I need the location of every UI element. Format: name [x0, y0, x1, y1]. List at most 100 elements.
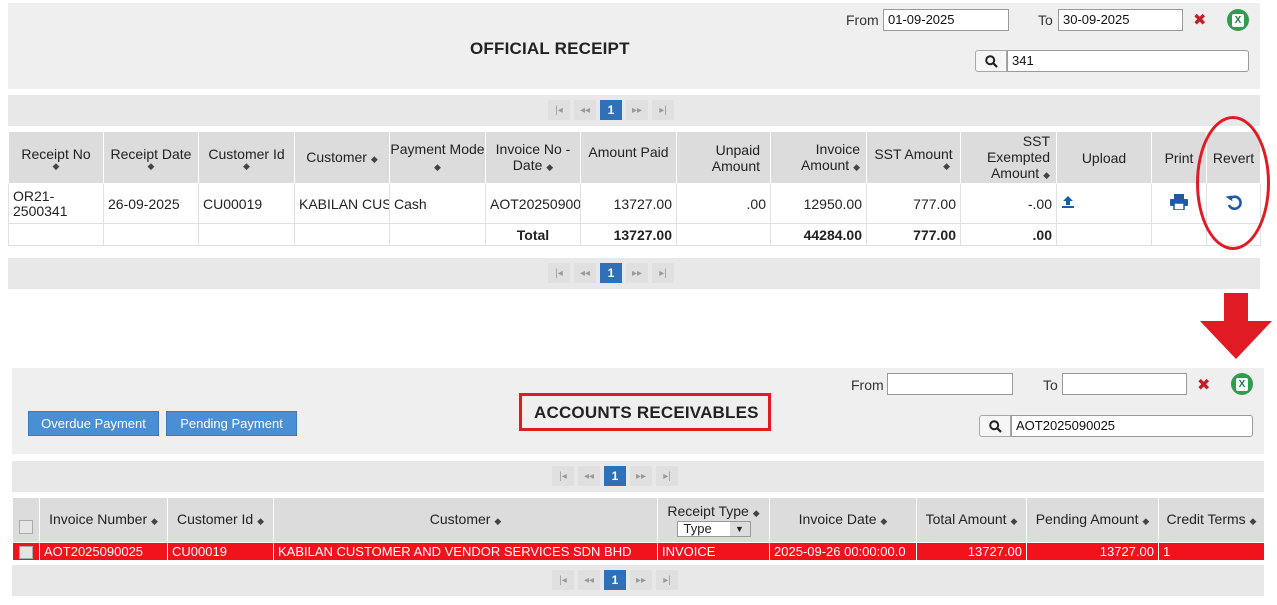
cell-total-amount: 13727.00: [916, 542, 1027, 561]
prev-page-button[interactable]: ◂◂: [574, 263, 596, 283]
col-sst-amount[interactable]: SST Amount ◆: [866, 131, 961, 184]
clear-dates-icon[interactable]: ✖: [1193, 13, 1206, 29]
next-page-button[interactable]: ▸▸: [626, 263, 648, 283]
receipt-table: Receipt No ◆ Receipt Date ◆ Customer Id ◆ C…: [8, 131, 1261, 246]
first-page-button[interactable]: |◂: [552, 570, 574, 590]
cell-customer: KABILAN CUSTOMER AND VENDOR SERVICES SDN…: [273, 542, 658, 561]
cell-receipt-date: 26-09-2025: [103, 183, 199, 224]
col-upload: Upload: [1056, 131, 1152, 184]
next-page-button[interactable]: ▸▸: [630, 570, 652, 590]
search-button[interactable]: [979, 415, 1011, 437]
search-input[interactable]: AOT2025090025: [1011, 415, 1253, 437]
cell-customer-id: CU00019: [198, 183, 295, 224]
cell-invoice-no[interactable]: AOT202509002: [485, 183, 581, 224]
table-row: OR21-2500341 26-09-2025 CU00019 KABILAN …: [8, 183, 1261, 224]
col-customer[interactable]: Customer ◆: [294, 131, 390, 184]
col-payment-mode[interactable]: Payment Mode ◆: [389, 131, 486, 184]
cell-invoice-amount: 12950.00: [770, 183, 867, 224]
to-date-input[interactable]: [1062, 373, 1187, 395]
col-pending-amount[interactable]: Pending Amount ◆: [1026, 497, 1159, 543]
total-amount-paid: 13727.00: [580, 223, 677, 246]
excel-export-icon[interactable]: X: [1227, 9, 1249, 31]
col-receipt-no[interactable]: Receipt No ◆: [8, 131, 104, 184]
ar-table: Invoice Number ◆ Customer Id ◆ Customer …: [12, 497, 1265, 561]
cell-invoice-number: AOT2025090025: [39, 542, 168, 561]
col-amount-paid[interactable]: Amount Paid: [580, 131, 677, 184]
page-title: OFFICIAL RECEIPT: [470, 39, 630, 58]
total-label: Total: [485, 223, 581, 246]
page-1-button[interactable]: 1: [600, 100, 622, 120]
col-invoice-amount[interactable]: Invoice Amount ◆: [770, 131, 867, 184]
last-page-button[interactable]: ▸|: [656, 466, 678, 486]
col-receipt-type[interactable]: Receipt Type ◆ Type ▼: [657, 497, 770, 543]
to-label: To: [1038, 12, 1053, 28]
last-page-button[interactable]: ▸|: [652, 100, 674, 120]
total-row: Total 13727.00 44284.00 777.00 .00: [8, 223, 1261, 246]
col-select-all[interactable]: [12, 497, 40, 543]
print-icon[interactable]: [1170, 194, 1188, 211]
page-1-button[interactable]: 1: [604, 570, 626, 590]
col-invoice-number[interactable]: Invoice Number ◆: [39, 497, 168, 543]
last-page-button[interactable]: ▸|: [652, 263, 674, 283]
next-page-button[interactable]: ▸▸: [630, 466, 652, 486]
search-input[interactable]: 341: [1007, 50, 1249, 72]
page-1-button[interactable]: 1: [600, 263, 622, 283]
receipt-header-panel: From 01-09-2025 To 30-09-2025 ✖ X OFFICI…: [8, 3, 1260, 89]
receipt-pager-bottom: |◂ ◂◂ 1 ▸▸ ▸|: [8, 258, 1260, 289]
to-date-input[interactable]: 30-09-2025: [1058, 9, 1183, 31]
col-receipt-date[interactable]: Receipt Date ◆: [103, 131, 199, 184]
page-1-button[interactable]: 1: [604, 466, 626, 486]
cell-customer-id: CU00019: [167, 542, 274, 561]
cell-customer: KABILAN CUST: [294, 183, 390, 224]
table-row[interactable]: AOT2025090025 CU00019 KABILAN CUSTOMER A…: [12, 542, 1265, 561]
type-select[interactable]: Type ▼: [676, 520, 751, 537]
clear-dates-icon[interactable]: ✖: [1197, 378, 1210, 394]
pending-payment-button[interactable]: Pending Payment: [166, 411, 297, 436]
col-unpaid-amount[interactable]: Unpaid Amount: [676, 131, 771, 184]
ar-pager-bottom: |◂ ◂◂ 1 ▸▸ ▸|: [12, 565, 1264, 596]
total-invoice-amount: 44284.00: [770, 223, 867, 246]
overdue-payment-button[interactable]: Overdue Payment: [28, 411, 159, 436]
cell-receipt-no: OR21-2500341: [8, 183, 104, 224]
select-all-checkbox[interactable]: [19, 519, 33, 534]
first-page-button[interactable]: |◂: [548, 100, 570, 120]
cell-unpaid-amount: .00: [676, 183, 771, 224]
title-highlight-box: [519, 393, 771, 431]
from-date-input[interactable]: [887, 373, 1013, 395]
prev-page-button[interactable]: ◂◂: [578, 570, 600, 590]
total-sst-exempted: .00: [960, 223, 1057, 246]
cell-payment-mode: Cash: [389, 183, 486, 224]
search-icon: [984, 54, 998, 68]
col-sst-exempted[interactable]: SST Exempted Amount ◆: [960, 131, 1057, 184]
to-label: To: [1043, 377, 1058, 393]
col-customer-id[interactable]: Customer Id ◆: [198, 131, 295, 184]
upload-icon[interactable]: [1061, 195, 1075, 209]
first-page-button[interactable]: |◂: [552, 466, 574, 486]
row-checkbox[interactable]: [19, 546, 33, 560]
cell-invoice-date: 2025-09-26 00:00:00.0: [769, 542, 917, 561]
col-customer[interactable]: Customer ◆: [273, 497, 658, 543]
cell-credit-terms: 1: [1158, 542, 1265, 561]
excel-export-icon[interactable]: X: [1231, 373, 1253, 395]
prev-page-button[interactable]: ◂◂: [578, 466, 600, 486]
from-label: From: [851, 377, 884, 393]
col-invoice-date[interactable]: Invoice Date ◆: [769, 497, 917, 543]
next-page-button[interactable]: ▸▸: [626, 100, 648, 120]
last-page-button[interactable]: ▸|: [656, 570, 678, 590]
receipt-pager-top: |◂ ◂◂ 1 ▸▸ ▸|: [8, 95, 1260, 126]
col-customer-id[interactable]: Customer Id ◆: [167, 497, 274, 543]
prev-page-button[interactable]: ◂◂: [574, 100, 596, 120]
ar-pager-top: |◂ ◂◂ 1 ▸▸ ▸|: [12, 461, 1264, 492]
search-button[interactable]: [975, 50, 1007, 72]
cell-sst-exempted: -.00: [960, 183, 1057, 224]
total-sst-amount: 777.00: [866, 223, 961, 246]
first-page-button[interactable]: |◂: [548, 263, 570, 283]
col-credit-terms[interactable]: Credit Terms ◆: [1158, 497, 1265, 543]
from-label: From: [846, 12, 879, 28]
revert-highlight-ellipse: [1196, 116, 1270, 250]
cell-pending-amount: 13727.00: [1026, 542, 1159, 561]
col-total-amount[interactable]: Total Amount ◆: [916, 497, 1027, 543]
cell-upload: [1056, 183, 1152, 224]
col-invoice-no-date[interactable]: Invoice No - Date ◆: [485, 131, 581, 184]
from-date-input[interactable]: 01-09-2025: [883, 9, 1009, 31]
